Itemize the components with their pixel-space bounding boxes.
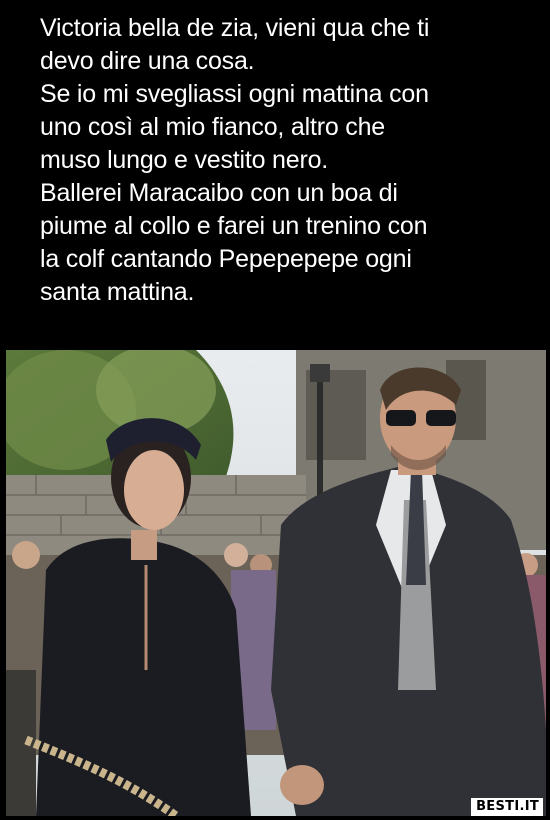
caption-line: Victoria bella de zia, vieni qua che ti [40, 14, 430, 42]
caption-line: la colf cantando Pepepepepe ogni [40, 245, 412, 273]
caption-line: santa mattina. [40, 278, 195, 306]
post-photo: BESTI.IT [6, 350, 546, 816]
photo-illustration [6, 350, 546, 816]
watermark: BESTI.IT [471, 798, 543, 816]
lamp-post [317, 370, 323, 500]
caption-line: Ballerei Maracaibo con un boa di [40, 179, 398, 207]
caption-line: devo dire una cosa. [40, 47, 255, 75]
caption-line: uno così al mio fianco, altro che [40, 113, 385, 141]
caption-line: Se io mi svegliassi ogni mattina con [40, 80, 429, 108]
caption-line: muso lungo e vestito nero. [40, 146, 329, 174]
post-caption: Victoria bella de zia, vieni qua che ti … [40, 12, 540, 309]
caption-line: piume al collo e farei un trenino con [40, 212, 428, 240]
